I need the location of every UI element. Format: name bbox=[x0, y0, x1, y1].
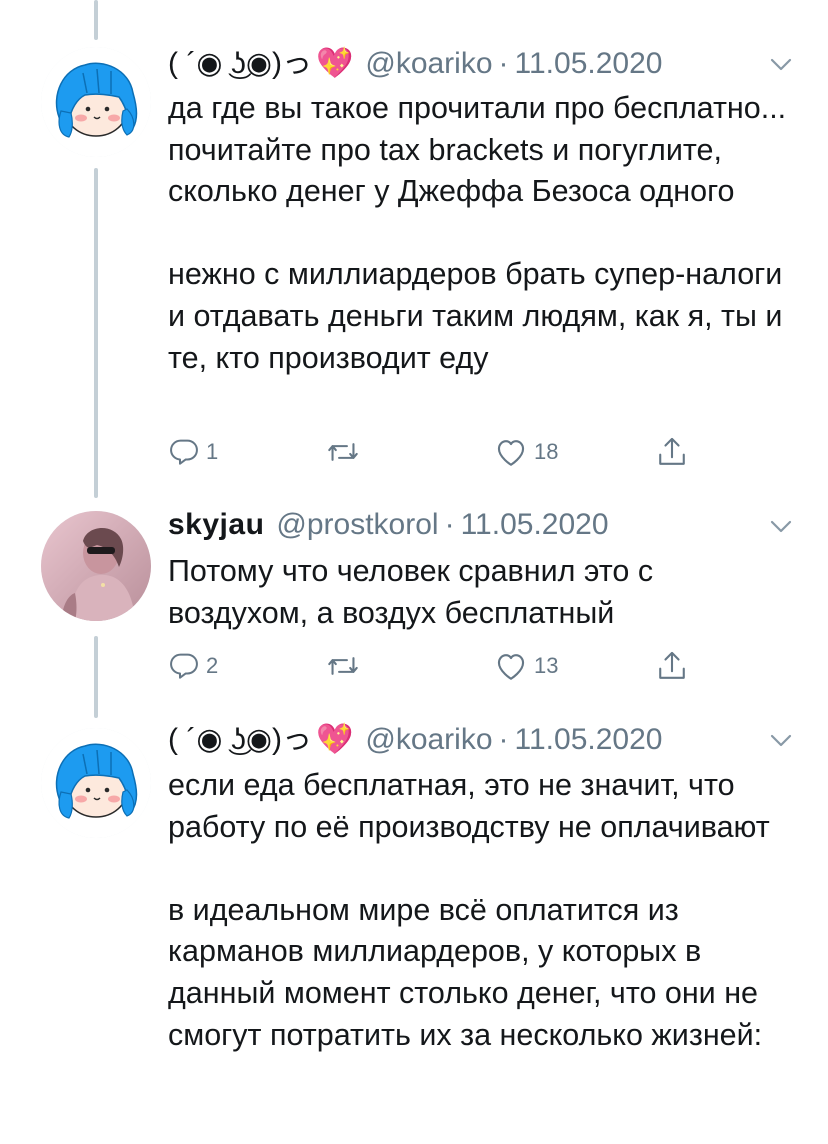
share-icon bbox=[659, 437, 685, 465]
display-name[interactable]: ( ´◉ ͜ʖ◉)っ bbox=[168, 44, 312, 84]
timestamp[interactable]: 11.05.2020 bbox=[515, 720, 663, 760]
reply-icon bbox=[170, 439, 198, 465]
tweet-actions: 2 13 bbox=[168, 646, 708, 686]
tweet-paragraph: нежно с миллиардеров брать супер-налоги … bbox=[168, 257, 791, 375]
timestamp[interactable]: 11.05.2020 bbox=[461, 505, 609, 545]
like-count: 18 bbox=[534, 439, 559, 464]
tweet-actions: 1 18 bbox=[168, 432, 708, 472]
tweet-paragraph: в идеальном мире всё оплатится из карман… bbox=[168, 892, 767, 1052]
avatar[interactable] bbox=[41, 47, 151, 157]
tweet[interactable]: ( ´◉ ͜ʖ◉)っ 💖 @koariko · 11.05.2020 да гд… bbox=[0, 0, 828, 500]
share-button[interactable] bbox=[656, 646, 688, 686]
handle[interactable]: @koariko bbox=[365, 44, 492, 84]
reply-icon bbox=[170, 653, 198, 679]
tweet-text: если еда бесплатная, это не значит, что … bbox=[168, 765, 798, 1056]
share-button[interactable] bbox=[656, 432, 688, 472]
tweet[interactable]: ( ´◉ ͜ʖ◉)っ 💖 @koariko · 11.05.2020 если … bbox=[0, 718, 828, 1144]
blue-hair-cartoon-avatar bbox=[41, 728, 151, 838]
sparkling-heart-icon: 💖 bbox=[316, 47, 354, 80]
tweet-paragraph: да где вы такое прочитали про бесплатно.… bbox=[168, 91, 795, 209]
retweet-button[interactable] bbox=[326, 646, 366, 686]
tweet-text: Потому что человек сравнил это с воздухо… bbox=[168, 551, 798, 634]
handle[interactable]: @koariko bbox=[365, 720, 492, 760]
tweet-text: да где вы такое прочитали про бесплатно.… bbox=[168, 88, 798, 379]
retweet-icon bbox=[328, 657, 358, 675]
reply-count: 2 bbox=[206, 653, 219, 678]
heart-icon bbox=[497, 440, 525, 466]
avatar[interactable] bbox=[41, 511, 151, 621]
like-button[interactable]: 13 bbox=[494, 646, 558, 686]
blue-hair-cartoon-avatar bbox=[41, 47, 151, 157]
tweet-paragraph: Потому что человек сравнил это с воздухо… bbox=[168, 554, 662, 630]
timestamp[interactable]: 11.05.2020 bbox=[515, 44, 663, 84]
tweet-header: ( ´◉ ͜ʖ◉)っ 💖 @koariko · 11.05.2020 bbox=[168, 44, 662, 84]
retweet-icon bbox=[328, 443, 358, 461]
like-count: 13 bbox=[534, 653, 559, 678]
tweet-header: skyjau @prostkorol · 11.05.2020 bbox=[168, 505, 609, 545]
like-button[interactable]: 18 bbox=[494, 432, 558, 472]
heart-icon bbox=[497, 654, 525, 680]
reply-button[interactable]: 1 bbox=[168, 432, 218, 472]
display-name[interactable]: ( ´◉ ͜ʖ◉)っ bbox=[168, 720, 312, 760]
sparkling-heart-icon: 💖 bbox=[316, 723, 354, 756]
tweet[interactable]: skyjau @prostkorol · 11.05.2020 Потому ч… bbox=[0, 500, 828, 718]
tweet-header: ( ´◉ ͜ʖ◉)っ 💖 @koariko · 11.05.2020 bbox=[168, 720, 662, 760]
chevron-down-icon[interactable] bbox=[770, 58, 792, 72]
display-name[interactable]: skyjau bbox=[168, 505, 264, 545]
separator: · bbox=[498, 723, 509, 756]
separator: · bbox=[498, 47, 509, 80]
tweet-paragraph: если еда бесплатная, это не значит, что … bbox=[168, 768, 770, 844]
share-icon bbox=[659, 651, 685, 679]
photo-avatar bbox=[41, 511, 151, 621]
handle[interactable]: @prostkorol bbox=[276, 505, 438, 545]
separator: · bbox=[444, 508, 455, 541]
reply-count: 1 bbox=[206, 439, 219, 464]
reply-button[interactable]: 2 bbox=[168, 646, 218, 686]
avatar[interactable] bbox=[41, 728, 151, 838]
chevron-down-icon[interactable] bbox=[770, 734, 792, 748]
chevron-down-icon[interactable] bbox=[770, 520, 792, 534]
retweet-button[interactable] bbox=[326, 432, 366, 472]
